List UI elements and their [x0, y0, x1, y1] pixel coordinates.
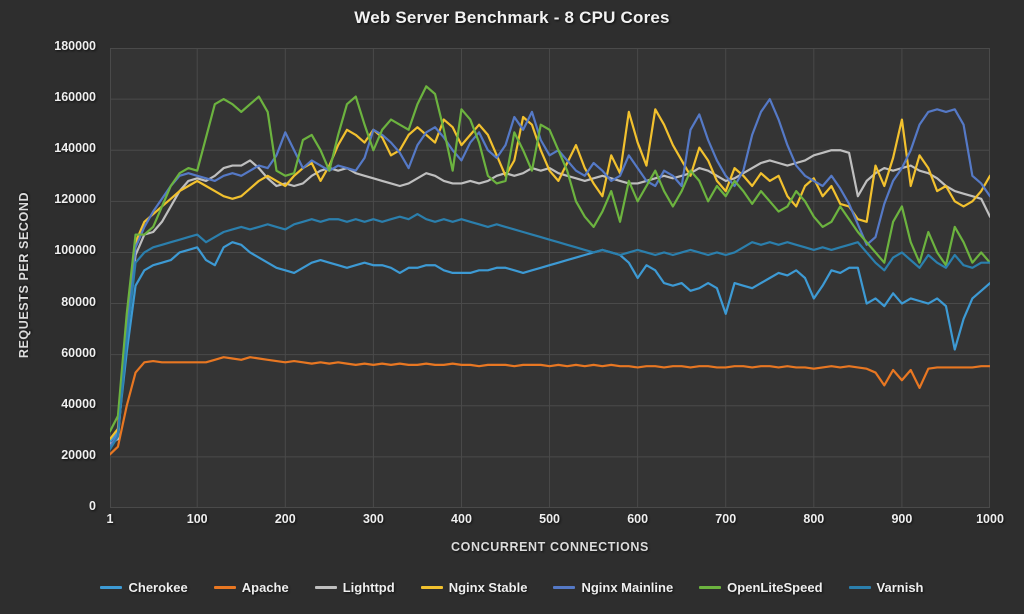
legend-label: OpenLiteSpeed — [727, 580, 823, 595]
x-axis-tick-label: 200 — [274, 512, 296, 526]
y-axis-tick-label: 20000 — [61, 447, 96, 462]
legend-item[interactable]: Apache — [213, 580, 289, 595]
legend-swatch — [848, 585, 871, 590]
legend-label: Nginx Mainline — [581, 580, 674, 595]
legend-label: Cherokee — [128, 580, 188, 595]
x-axis-tick-label: 700 — [715, 512, 737, 526]
x-axis-tick-label: 900 — [891, 512, 913, 526]
y-axis-tick-label: 60000 — [61, 345, 96, 360]
legend-swatch — [699, 585, 722, 590]
legend-label: Lighttpd — [342, 580, 395, 595]
y-axis-tick-label: 0 — [89, 499, 96, 513]
y-axis-tick-label: 120000 — [54, 192, 96, 207]
legend-swatch — [314, 585, 337, 590]
plot-area — [110, 48, 990, 508]
y-axis-tick-label: 160000 — [54, 90, 96, 105]
x-axis-tick-label: 1 — [106, 512, 114, 526]
legend-item[interactable]: Varnish — [848, 580, 924, 595]
chart-legend: Cherokee Apache Lighttpd Nginx Stable Nginx … — [0, 580, 1024, 595]
y-axis-tick-label: 100000 — [54, 243, 96, 258]
y-axis-tick-label: 80000 — [61, 294, 96, 309]
x-axis-tick-label: 300 — [362, 512, 384, 526]
x-axis-tick-label: 800 — [803, 512, 825, 526]
plot-svg — [110, 48, 990, 508]
legend-item[interactable]: Nginx Stable — [420, 580, 528, 595]
x-axis-title: CONCURRENT CONNECTIONS — [451, 540, 649, 554]
legend-item[interactable]: Nginx Mainline — [553, 580, 673, 595]
chart-title: Web Server Benchmark - 8 CPU Cores — [354, 8, 670, 27]
x-axis-tick-label: 400 — [451, 512, 472, 526]
legend-label: Apache — [241, 580, 289, 595]
y-axis-title: REQUESTS PER SECOND — [17, 191, 31, 359]
legend-label: Varnish — [876, 580, 924, 595]
legend-item[interactable]: Lighttpd — [314, 580, 395, 595]
x-axis-tick-label: 1000 — [976, 512, 1004, 526]
y-axis-tick-label: 140000 — [54, 141, 96, 156]
legend-swatch — [100, 585, 123, 590]
x-axis-tick-label: 100 — [186, 512, 208, 526]
legend-swatch — [553, 585, 576, 590]
legend-label: Nginx Stable — [448, 580, 528, 595]
chart-container: Web Server Benchmark - 8 CPU Cores REQUE… — [0, 0, 1024, 614]
x-axis-tick-label: 600 — [627, 512, 649, 526]
legend-swatch — [420, 585, 443, 590]
legend-swatch — [213, 585, 236, 590]
y-axis-tick-label: 180000 — [54, 39, 96, 53]
y-axis-tick-label: 40000 — [61, 396, 96, 411]
gridlines — [110, 48, 990, 508]
legend-item[interactable]: OpenLiteSpeed — [699, 580, 823, 595]
x-axis-tick-label: 500 — [539, 512, 560, 526]
legend-item[interactable]: Cherokee — [100, 580, 188, 595]
